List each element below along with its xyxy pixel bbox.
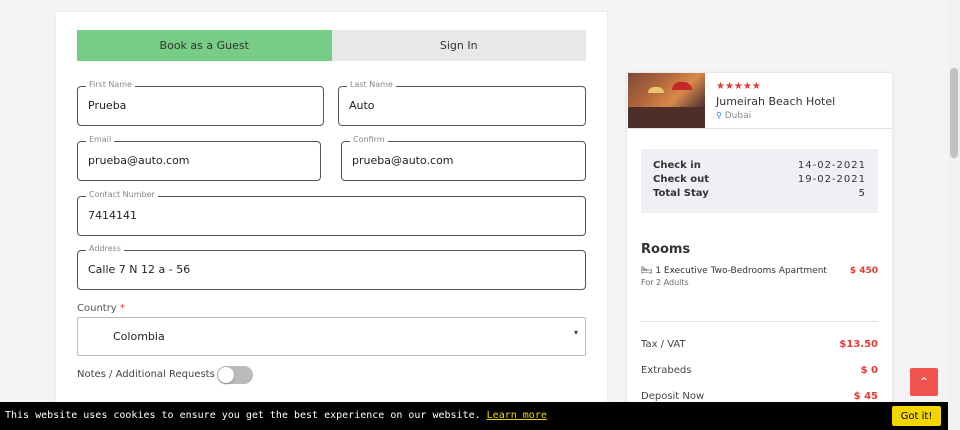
deposit-value: $ 45 bbox=[853, 391, 878, 402]
tab-sign-in[interactable]: Sign In bbox=[331, 30, 586, 61]
total-stay-label: Total Stay bbox=[653, 188, 709, 199]
dropdown-caret-icon: ▾ bbox=[573, 328, 578, 337]
bed-icon: 🛏 bbox=[641, 266, 653, 276]
divider bbox=[627, 128, 892, 129]
checkin-row: Check in 14-02-2021 bbox=[653, 160, 866, 171]
location-pin-icon: ⚲ bbox=[716, 111, 722, 120]
country-selected-value: Colombia bbox=[113, 330, 165, 343]
first-name-field[interactable]: First Name Prueba bbox=[77, 80, 324, 126]
last-name-field[interactable]: Last Name Auto bbox=[338, 80, 586, 126]
tab-book-as-guest[interactable]: Book as a Guest bbox=[77, 30, 332, 61]
first-name-label: First Name bbox=[86, 80, 135, 89]
room-description: 1 Executive Two-Bedrooms Apartment bbox=[655, 266, 827, 276]
contact-number-label: Contact Number bbox=[86, 190, 158, 199]
total-stay-row: Total Stay 5 bbox=[653, 188, 866, 199]
confirm-email-value: prueba@auto.com bbox=[352, 154, 454, 167]
learn-more-link[interactable]: Learn more bbox=[487, 410, 547, 421]
country-select[interactable]: Colombia ▾ bbox=[77, 317, 586, 356]
hotel-name: Jumeirah Beach Hotel bbox=[716, 95, 836, 108]
chevron-up-icon: ⌃ bbox=[918, 375, 930, 389]
scrollbar-thumb[interactable] bbox=[950, 68, 958, 158]
booking-tabs: Book as a Guest Sign In bbox=[77, 30, 586, 61]
email-label: Email bbox=[86, 135, 115, 144]
contact-number-field[interactable]: Contact Number 7414141 bbox=[77, 190, 586, 236]
page-scrollbar[interactable] bbox=[948, 0, 960, 430]
extrabeds-row: Extrabeds $ 0 bbox=[641, 365, 878, 376]
extrabeds-label: Extrabeds bbox=[641, 365, 692, 376]
tax-value: $13.50 bbox=[839, 339, 878, 350]
extrabeds-value: $ 0 bbox=[860, 365, 878, 376]
divider bbox=[641, 321, 878, 322]
email-field[interactable]: Email prueba@auto.com bbox=[77, 135, 321, 181]
deposit-label: Deposit Now bbox=[641, 391, 705, 402]
room-price: $ 450 bbox=[849, 266, 878, 276]
cookie-accept-button[interactable]: Got it! bbox=[892, 406, 941, 426]
stay-details: Check in 14-02-2021 Check out 19-02-2021… bbox=[641, 149, 878, 213]
checkout-row: Check out 19-02-2021 bbox=[653, 174, 866, 185]
rooms-title: Rooms bbox=[641, 242, 691, 257]
notes-toggle[interactable] bbox=[217, 366, 253, 384]
room-item: 🛏 1 Executive Two-Bedrooms Apartment $ 4… bbox=[641, 266, 878, 276]
confirm-email-label: Confirm bbox=[350, 135, 388, 144]
toggle-knob bbox=[218, 367, 234, 383]
email-value: prueba@auto.com bbox=[88, 154, 190, 167]
booking-form-card: Book as a Guest Sign In First Name Prueb… bbox=[56, 12, 607, 412]
tax-label: Tax / VAT bbox=[641, 339, 686, 350]
first-name-value: Prueba bbox=[88, 99, 127, 112]
checkout-value: 19-02-2021 bbox=[797, 174, 866, 185]
checkout-label: Check out bbox=[653, 174, 710, 185]
checkin-label: Check in bbox=[653, 160, 701, 171]
cookie-message: This website uses cookies to ensure you … bbox=[5, 410, 547, 421]
hotel-location-text: Dubai bbox=[724, 111, 752, 121]
country-label-text: Country bbox=[77, 303, 117, 314]
room-occupancy: For 2 Adults bbox=[641, 278, 689, 287]
tax-row: Tax / VAT $13.50 bbox=[641, 339, 878, 350]
total-stay-value: 5 bbox=[858, 188, 866, 199]
address-field[interactable]: Address Calle 7 N 12 a - 56 bbox=[77, 244, 586, 290]
star-rating: ★★★★★ bbox=[716, 81, 761, 92]
last-name-label: Last Name bbox=[347, 80, 396, 89]
address-label: Address bbox=[86, 244, 124, 253]
confirm-email-field[interactable]: Confirm prueba@auto.com bbox=[341, 135, 586, 181]
notes-label: Notes / Additional Requests bbox=[77, 369, 215, 380]
hotel-location: ⚲ Dubai bbox=[716, 111, 751, 121]
deposit-row: Deposit Now $ 45 bbox=[641, 391, 878, 402]
cookie-text: This website uses cookies to ensure you … bbox=[5, 410, 481, 421]
address-value: Calle 7 N 12 a - 56 bbox=[88, 263, 191, 276]
required-asterisk: * bbox=[119, 303, 125, 314]
country-label: Country * bbox=[77, 303, 125, 314]
last-name-value: Auto bbox=[349, 99, 375, 112]
checkin-value: 14-02-2021 bbox=[797, 160, 866, 171]
cookie-banner: This website uses cookies to ensure you … bbox=[0, 402, 948, 430]
contact-number-value: 7414141 bbox=[88, 209, 137, 222]
booking-summary-card: ★★★★★ Jumeirah Beach Hotel ⚲ Dubai Check… bbox=[627, 73, 892, 413]
hotel-thumbnail bbox=[628, 73, 705, 128]
scroll-to-top-button[interactable]: ⌃ bbox=[910, 368, 938, 396]
